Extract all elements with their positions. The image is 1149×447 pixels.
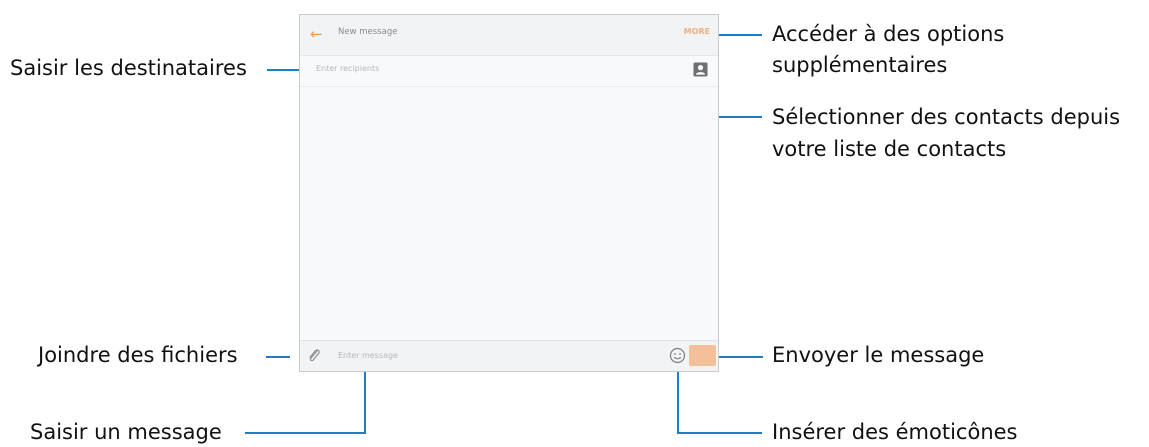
leader-enter-message	[245, 370, 366, 434]
callout-enter-recipients: Saisir les destinataires	[10, 56, 247, 80]
page-title: New message	[338, 27, 398, 37]
callout-more-options-line1: Accéder à des options	[772, 22, 1005, 46]
callout-attach-files: Joindre des fichiers	[38, 343, 238, 367]
paperclip-icon[interactable]	[306, 347, 322, 365]
callout-select-contacts-line2: votre liste de contacts	[772, 137, 1007, 161]
message-compose-screen: ← New message MORE Enter recipients Ente…	[299, 14, 719, 372]
message-input[interactable]: Enter message	[338, 351, 398, 360]
smiley-icon[interactable]	[669, 347, 686, 364]
callout-select-contacts-line1: Sélectionner des contacts depuis	[772, 105, 1121, 129]
app-bar: ← New message MORE	[300, 15, 718, 56]
recipients-row: Enter recipients	[300, 56, 718, 87]
contact-icon[interactable]	[693, 62, 708, 77]
callout-insert-emoticons: Insérer des émoticônes	[772, 420, 1018, 444]
leader-insert-emoticons	[677, 370, 762, 434]
recipients-input[interactable]: Enter recipients	[316, 64, 379, 73]
compose-bar: Enter message	[300, 340, 718, 371]
callout-more-options-line2: supplémentaires	[772, 53, 948, 77]
back-arrow-icon[interactable]: ←	[310, 24, 323, 44]
send-button[interactable]	[689, 345, 716, 366]
callout-enter-message: Saisir un message	[30, 420, 222, 444]
callout-send-message: Envoyer le message	[772, 343, 985, 367]
more-button[interactable]: MORE	[684, 27, 710, 36]
